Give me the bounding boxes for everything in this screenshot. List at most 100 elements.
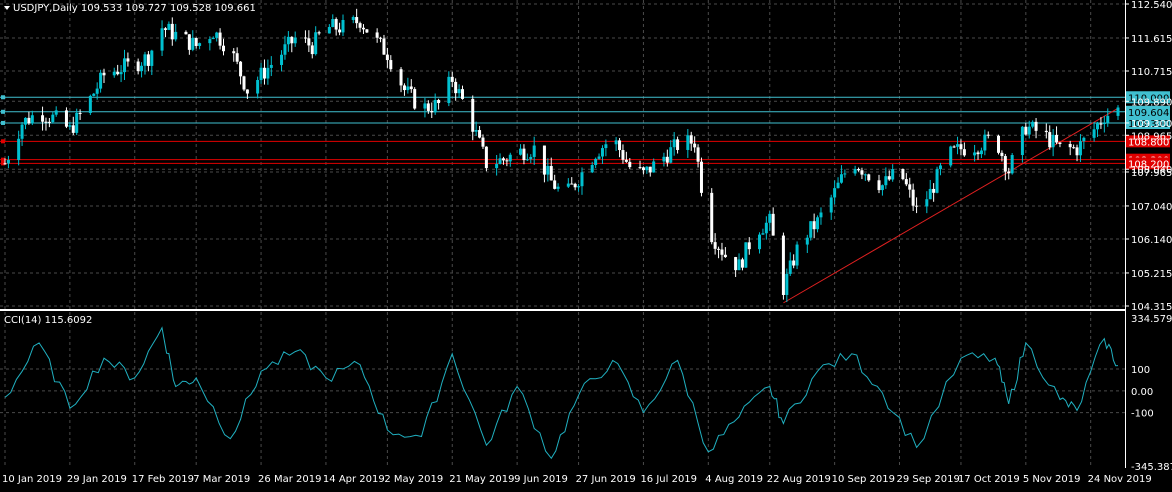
candle-body — [556, 186, 560, 189]
candle-body — [529, 156, 533, 160]
candle-body — [375, 32, 379, 38]
y-tick-label: 108.965 — [1131, 131, 1172, 142]
candle-body — [433, 100, 437, 113]
candle-body — [781, 235, 785, 295]
x-tick-label: 4 Aug 2019 — [705, 474, 763, 485]
x-tick-label: 26 Mar 2019 — [258, 474, 321, 485]
candle-body — [761, 233, 765, 235]
candle-body — [27, 117, 31, 124]
candle-body — [341, 20, 345, 33]
candle-body — [669, 147, 673, 163]
candle-body — [6, 159, 10, 164]
candle-body — [901, 169, 905, 180]
candle-body — [218, 32, 222, 46]
candle-body — [962, 149, 966, 156]
x-tick-label: 16 Jul 2019 — [640, 474, 697, 485]
candle-body — [648, 166, 652, 173]
candle-body — [1051, 134, 1055, 148]
candle-body — [877, 180, 881, 191]
candle-body — [621, 150, 625, 160]
candle-body — [1055, 134, 1059, 143]
candle-body — [1048, 132, 1052, 148]
panel-divider — [0, 309, 1125, 311]
candle-body — [68, 125, 72, 127]
candle-body — [1075, 147, 1079, 156]
candle-body — [710, 192, 714, 243]
candle-body — [652, 161, 656, 173]
candle-body — [863, 174, 867, 176]
x-tick-label: 24 Nov 2019 — [1088, 474, 1152, 485]
candle-body — [358, 23, 362, 28]
candle-body — [758, 234, 762, 250]
candle-body — [676, 139, 680, 150]
candle-body — [1010, 155, 1014, 174]
level-handle[interactable] — [1, 139, 5, 144]
cci-line — [4, 326, 1119, 460]
candle-body — [460, 89, 464, 99]
y-tick-label: 112.540 — [1131, 0, 1172, 11]
trendline[interactable] — [783, 107, 1119, 304]
candle-body — [891, 169, 895, 180]
candle-body — [932, 188, 936, 193]
x-tick-label: 29 Jan 2019 — [67, 474, 127, 485]
y-tick-label: 109.300 — [1131, 119, 1172, 130]
candle-body — [867, 174, 871, 181]
candle-body — [232, 51, 236, 54]
candle-body — [594, 158, 598, 166]
candle-body — [833, 188, 837, 198]
candle-body — [402, 85, 406, 91]
candle-body — [816, 217, 820, 230]
candle-body — [484, 146, 488, 169]
candle-body — [498, 158, 502, 164]
candle-body — [71, 125, 75, 133]
candle-body — [641, 167, 645, 171]
candle-body — [665, 156, 669, 163]
candle-body — [508, 154, 512, 162]
candle-body — [628, 161, 632, 168]
candle-body — [338, 29, 342, 33]
candle-body — [143, 54, 147, 66]
level-handle[interactable] — [1, 120, 5, 125]
candle-body — [805, 237, 809, 245]
chart-svg[interactable]: 110.000109.604109.300108.800108.300108.2… — [0, 0, 1172, 488]
candle-body — [812, 221, 816, 230]
level-handle[interactable] — [1, 95, 5, 100]
candle-body — [1058, 142, 1062, 144]
candle-body — [259, 67, 263, 81]
candle-body — [880, 185, 884, 191]
chart-window[interactable]: 110.000109.604109.300108.800108.300108.2… — [0, 0, 1172, 488]
candle-body — [860, 170, 864, 175]
level-handle[interactable] — [1, 109, 5, 114]
candle-body — [290, 36, 294, 44]
candle-body — [286, 36, 290, 45]
candle-body — [3, 163, 7, 165]
candle-body — [915, 205, 919, 207]
candle-body — [908, 184, 912, 190]
x-tick-label: 17 Feb 2019 — [132, 474, 194, 485]
y-tick-label: 104.315 — [1131, 302, 1172, 313]
candle-body — [235, 53, 239, 62]
x-tick-label: 2 May 2019 — [384, 474, 443, 485]
candle-body — [474, 130, 478, 132]
candle-body — [857, 169, 861, 171]
candle-body — [699, 161, 703, 193]
candle-body — [208, 39, 212, 44]
candle-body — [307, 38, 311, 46]
candle-body — [590, 165, 594, 173]
candle-body — [618, 140, 622, 151]
candle-body — [723, 254, 727, 258]
candle-body — [570, 183, 574, 185]
x-tick-label: 5 Nov 2019 — [1023, 474, 1081, 485]
x-tick-label: 22 Aug 2019 — [767, 474, 831, 485]
candle-body — [112, 71, 116, 76]
candle-body — [696, 147, 700, 162]
candle-body — [379, 37, 383, 39]
candle-body — [956, 144, 960, 147]
candle-body — [662, 156, 666, 162]
level-handle[interactable] — [1, 157, 5, 162]
candle-body — [829, 197, 833, 213]
candle-body — [959, 144, 963, 150]
candle-body — [768, 213, 772, 223]
x-tick-label: 29 Sep 2019 — [896, 474, 959, 485]
candle-body — [819, 212, 823, 218]
